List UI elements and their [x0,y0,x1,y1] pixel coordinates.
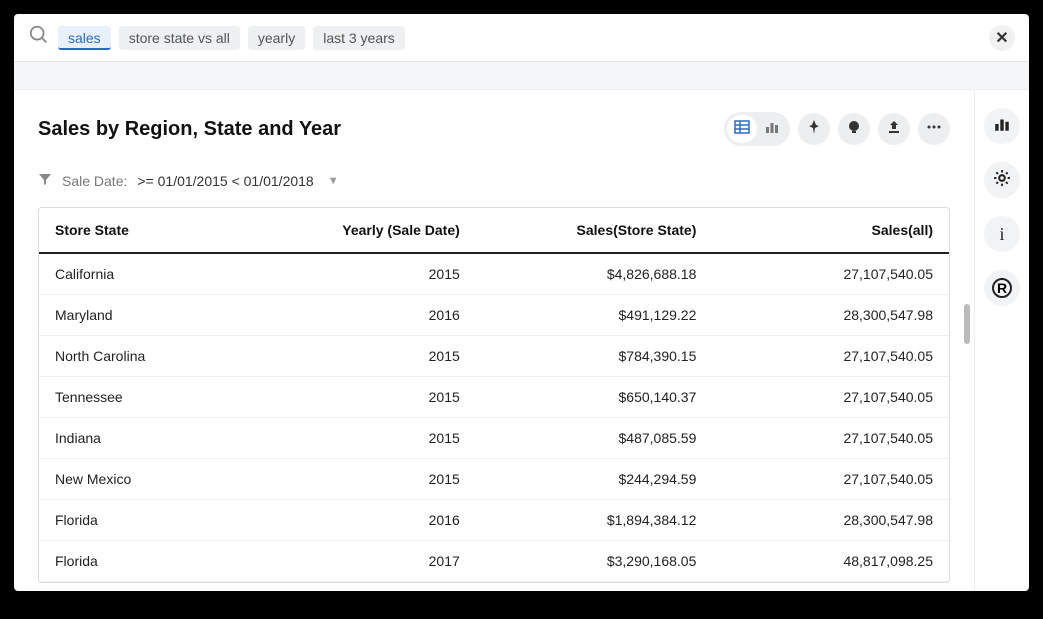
col-header-sales-all[interactable]: Sales(all) [712,208,949,253]
more-button[interactable] [918,113,950,145]
info-icon: i [999,224,1004,245]
table-cell: 48,817,098.25 [712,541,949,582]
table-cell: $650,140.37 [476,377,713,418]
info-button[interactable]: i [984,216,1020,252]
search-icon[interactable] [28,24,50,51]
table-cell: Florida [39,541,276,582]
table-cell: 28,300,547.98 [712,500,949,541]
table-cell: Florida [39,500,276,541]
table-cell: 27,107,540.05 [712,459,949,500]
table-view-button[interactable] [727,115,757,143]
pin-button[interactable] [798,113,830,145]
view-toggle [724,112,790,146]
search-chip-yearly[interactable]: yearly [248,26,305,50]
right-rail: i R [974,90,1029,591]
search-chip-sales[interactable]: sales [58,26,111,50]
table-cell: $1,894,384.12 [476,500,713,541]
lightbulb-icon [846,119,862,140]
r-button[interactable]: R [984,270,1020,306]
table-icon [734,119,750,140]
page-title: Sales by Region, State and Year [38,118,341,141]
table-cell: California [39,253,276,295]
table-row[interactable]: Indiana2015$487,085.5927,107,540.05 [39,418,949,459]
table-cell: 2015 [276,377,476,418]
explore-button[interactable] [984,108,1020,144]
table-cell: $491,129.22 [476,295,713,336]
col-header-store-state[interactable]: Store State [39,208,276,253]
table-cell: $4,826,688.18 [476,253,713,295]
r-icon: R [992,278,1012,298]
table-cell: 27,107,540.05 [712,418,949,459]
search-bar: sales store state vs all yearly last 3 y… [14,14,1029,62]
chevron-down-icon: ▼ [328,175,339,187]
bar-chart-icon [764,119,780,140]
table-row[interactable]: Florida2017$3,290,168.0548,817,098.25 [39,541,949,582]
table-cell: Maryland [39,295,276,336]
close-icon[interactable]: ✕ [989,25,1015,51]
table-cell: New Mexico [39,459,276,500]
chart-view-button[interactable] [757,115,787,143]
table-cell: 27,107,540.05 [712,253,949,295]
table-cell: $784,390.15 [476,336,713,377]
table-header-row: Store State Yearly (Sale Date) Sales(Sto… [39,208,949,253]
table-row[interactable]: California2015$4,826,688.1827,107,540.05 [39,253,949,295]
table-cell: Tennessee [39,377,276,418]
search-chip-store-state[interactable]: store state vs all [119,26,240,50]
insight-button[interactable] [838,113,870,145]
table-cell: 2015 [276,336,476,377]
table-cell: 2015 [276,418,476,459]
col-header-sales-state[interactable]: Sales(Store State) [476,208,713,253]
table-cell: 2015 [276,253,476,295]
toolbar [724,112,950,146]
table-cell: 2017 [276,541,476,582]
pin-icon [806,119,822,140]
filter-icon [38,172,52,189]
settings-button[interactable] [984,162,1020,198]
table-cell: 2016 [276,295,476,336]
col-header-yearly[interactable]: Yearly (Sale Date) [276,208,476,253]
table-cell: 2015 [276,459,476,500]
filter-label: Sale Date: [62,173,127,189]
search-chip-last-3-years[interactable]: last 3 years [313,26,405,50]
bar-chart-icon [993,115,1011,138]
share-button[interactable] [878,113,910,145]
table-cell: North Carolina [39,336,276,377]
filter-value: >= 01/01/2015 < 01/01/2018 [137,173,313,189]
table-cell: 27,107,540.05 [712,377,949,418]
table-cell: 2016 [276,500,476,541]
table-cell: Indiana [39,418,276,459]
filter-row[interactable]: Sale Date: >= 01/01/2015 < 01/01/2018 ▼ [38,172,950,189]
table-cell: $3,290,168.05 [476,541,713,582]
table-row[interactable]: Maryland2016$491,129.2228,300,547.98 [39,295,949,336]
dots-icon [926,119,942,140]
table-cell: $487,085.59 [476,418,713,459]
table-row[interactable]: North Carolina2015$784,390.1527,107,540.… [39,336,949,377]
table-row[interactable]: Florida2016$1,894,384.1228,300,547.98 [39,500,949,541]
gear-icon [993,169,1011,192]
table-cell: 27,107,540.05 [712,336,949,377]
search-chips: sales store state vs all yearly last 3 y… [58,26,405,50]
scrollbar[interactable] [964,304,970,344]
table-cell: $244,294.59 [476,459,713,500]
table-row[interactable]: New Mexico2015$244,294.5927,107,540.05 [39,459,949,500]
table-cell: 28,300,547.98 [712,295,949,336]
sub-header-strip [14,62,1029,90]
table-row[interactable]: Tennessee2015$650,140.3727,107,540.05 [39,377,949,418]
share-icon [886,119,902,140]
data-table: Store State Yearly (Sale Date) Sales(Sto… [38,207,950,583]
